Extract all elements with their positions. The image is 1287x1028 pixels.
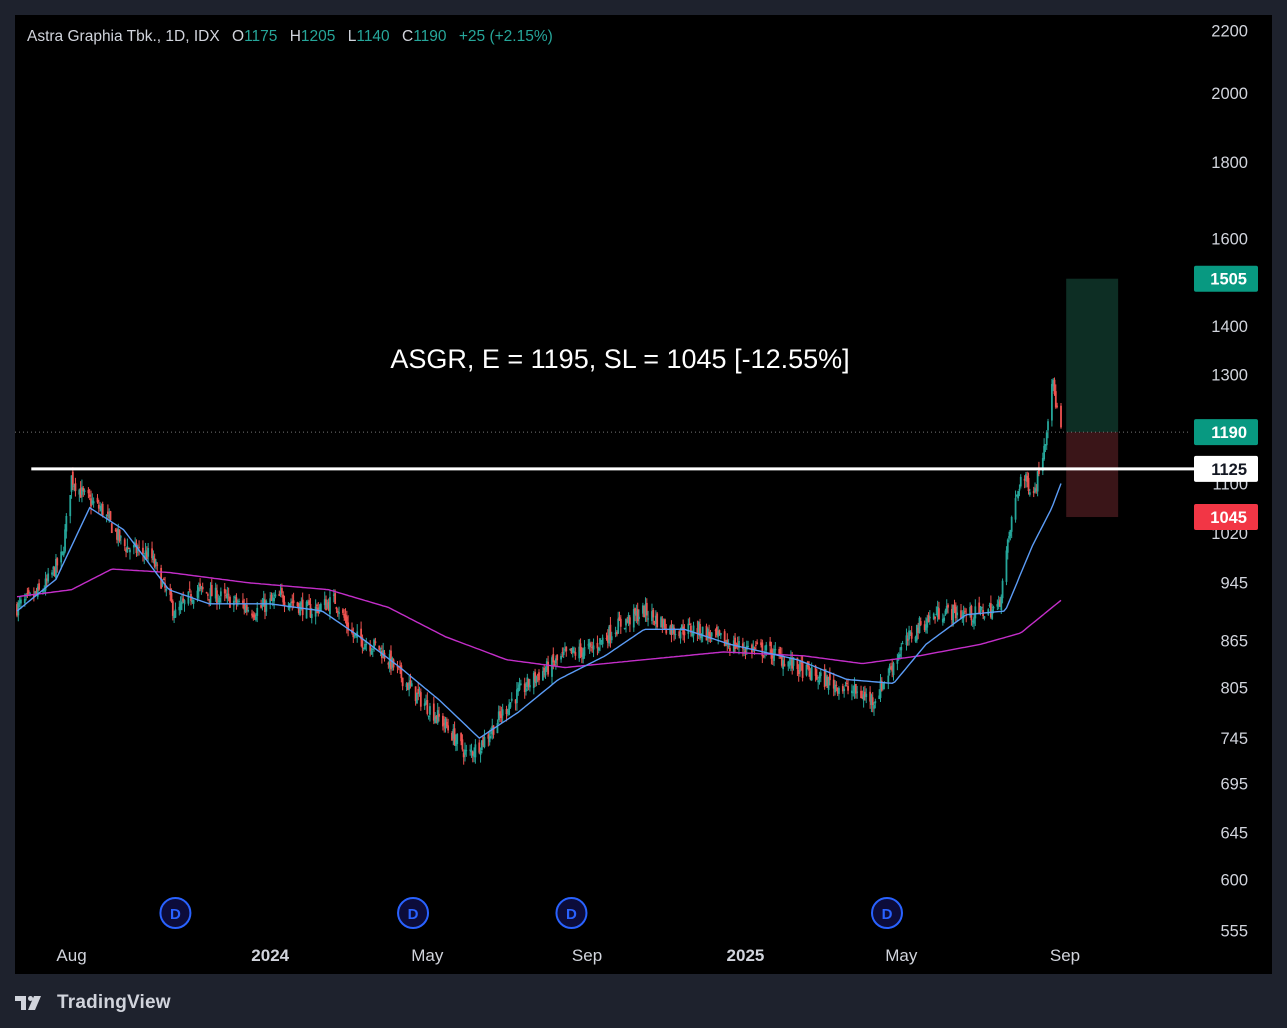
brand-name: TradingView xyxy=(57,992,171,1013)
candle xyxy=(127,547,130,550)
time-axis-label: 2025 xyxy=(727,946,765,965)
candle xyxy=(664,618,666,631)
candle xyxy=(118,529,121,543)
candle xyxy=(1060,403,1062,429)
dividend-marker[interactable]: D xyxy=(397,897,430,929)
change-value: +25 (+2.15%) xyxy=(458,28,553,45)
candle xyxy=(109,510,112,522)
time-axis-label: Sep xyxy=(572,946,602,965)
dividend-label: D xyxy=(566,906,577,923)
price-tag-close: 1190 xyxy=(1194,419,1258,446)
stop-zone[interactable] xyxy=(1066,432,1119,518)
svg-text:1505: 1505 xyxy=(1210,271,1247,289)
svg-text:1125: 1125 xyxy=(1211,461,1247,479)
dividend-marker[interactable]: D xyxy=(555,897,588,929)
price-axis-label: 2000 xyxy=(1211,85,1248,103)
price-axis-label: 1800 xyxy=(1211,154,1248,172)
tradingview-logo-icon xyxy=(15,996,41,1010)
close-value: 1190 xyxy=(413,28,447,45)
time-axis-label: Sep xyxy=(1050,946,1080,965)
chart-pane[interactable]: DDDD 2200 2000 1800 1600 1400 1300 1100 1020 945… xyxy=(15,15,1272,974)
price-axis-label: 2200 xyxy=(1211,23,1248,41)
dividend-label: D xyxy=(882,906,893,923)
price-tag-target: 1505 xyxy=(1194,265,1258,292)
time-axis-label: May xyxy=(411,946,444,965)
svg-text:1190: 1190 xyxy=(1211,424,1247,442)
price-axis-label: 555 xyxy=(1220,922,1248,940)
price-axis-label: 745 xyxy=(1220,730,1248,748)
candle xyxy=(187,591,190,606)
candle xyxy=(915,624,918,644)
candle xyxy=(229,595,231,608)
price-axis-label: 645 xyxy=(1220,824,1248,842)
price-axis-label: 805 xyxy=(1220,679,1248,697)
low-value: 1140 xyxy=(356,28,390,45)
dividend-marker[interactable]: D xyxy=(159,897,192,929)
candle xyxy=(110,522,113,534)
price-axis-label: 1400 xyxy=(1211,318,1248,336)
price-axis-label: 695 xyxy=(1220,775,1248,793)
price-axis-label: 1600 xyxy=(1211,231,1248,249)
price-axis-label: 1300 xyxy=(1211,366,1248,384)
open-label: O xyxy=(232,28,245,45)
price-axis-label: 865 xyxy=(1220,633,1248,651)
price-axis-label: 600 xyxy=(1220,872,1248,890)
price-tag-level: 1125 xyxy=(1194,455,1258,482)
footer-branding[interactable]: TradingView xyxy=(15,990,171,1016)
candle xyxy=(416,692,418,704)
dividend-label: D xyxy=(408,906,419,923)
close-label: C xyxy=(402,28,414,45)
time-axis-label: May xyxy=(885,946,918,965)
candle xyxy=(918,616,921,634)
price-chart[interactable]: DDDD 22002000180016001400130011001020945… xyxy=(15,15,1272,974)
price-tag-stop: 1045 xyxy=(1194,504,1258,531)
symbol-title[interactable]: Astra Graphia Tbk., 1D, IDX xyxy=(27,28,220,45)
target-zone[interactable] xyxy=(1066,278,1119,433)
price-axis-label: 945 xyxy=(1220,575,1248,593)
high-label: H xyxy=(289,28,301,45)
time-axis-label: 2024 xyxy=(251,946,289,965)
dividend-marker[interactable]: D xyxy=(871,897,903,929)
candle xyxy=(656,611,659,629)
symbol-legend: Astra Graphia Tbk., 1D, IDX O1175 H1205 … xyxy=(27,28,553,46)
trade-annotation[interactable]: ASGR, E = 1195, SL = 1045 [-12.55%] xyxy=(390,344,849,374)
svg-text:1045: 1045 xyxy=(1210,509,1247,527)
dividend-label: D xyxy=(170,906,181,923)
high-value: 1205 xyxy=(300,28,336,45)
open-value: 1175 xyxy=(244,28,278,45)
time-axis-label: Aug xyxy=(56,946,86,965)
risk-reward-zones[interactable] xyxy=(1066,278,1119,518)
